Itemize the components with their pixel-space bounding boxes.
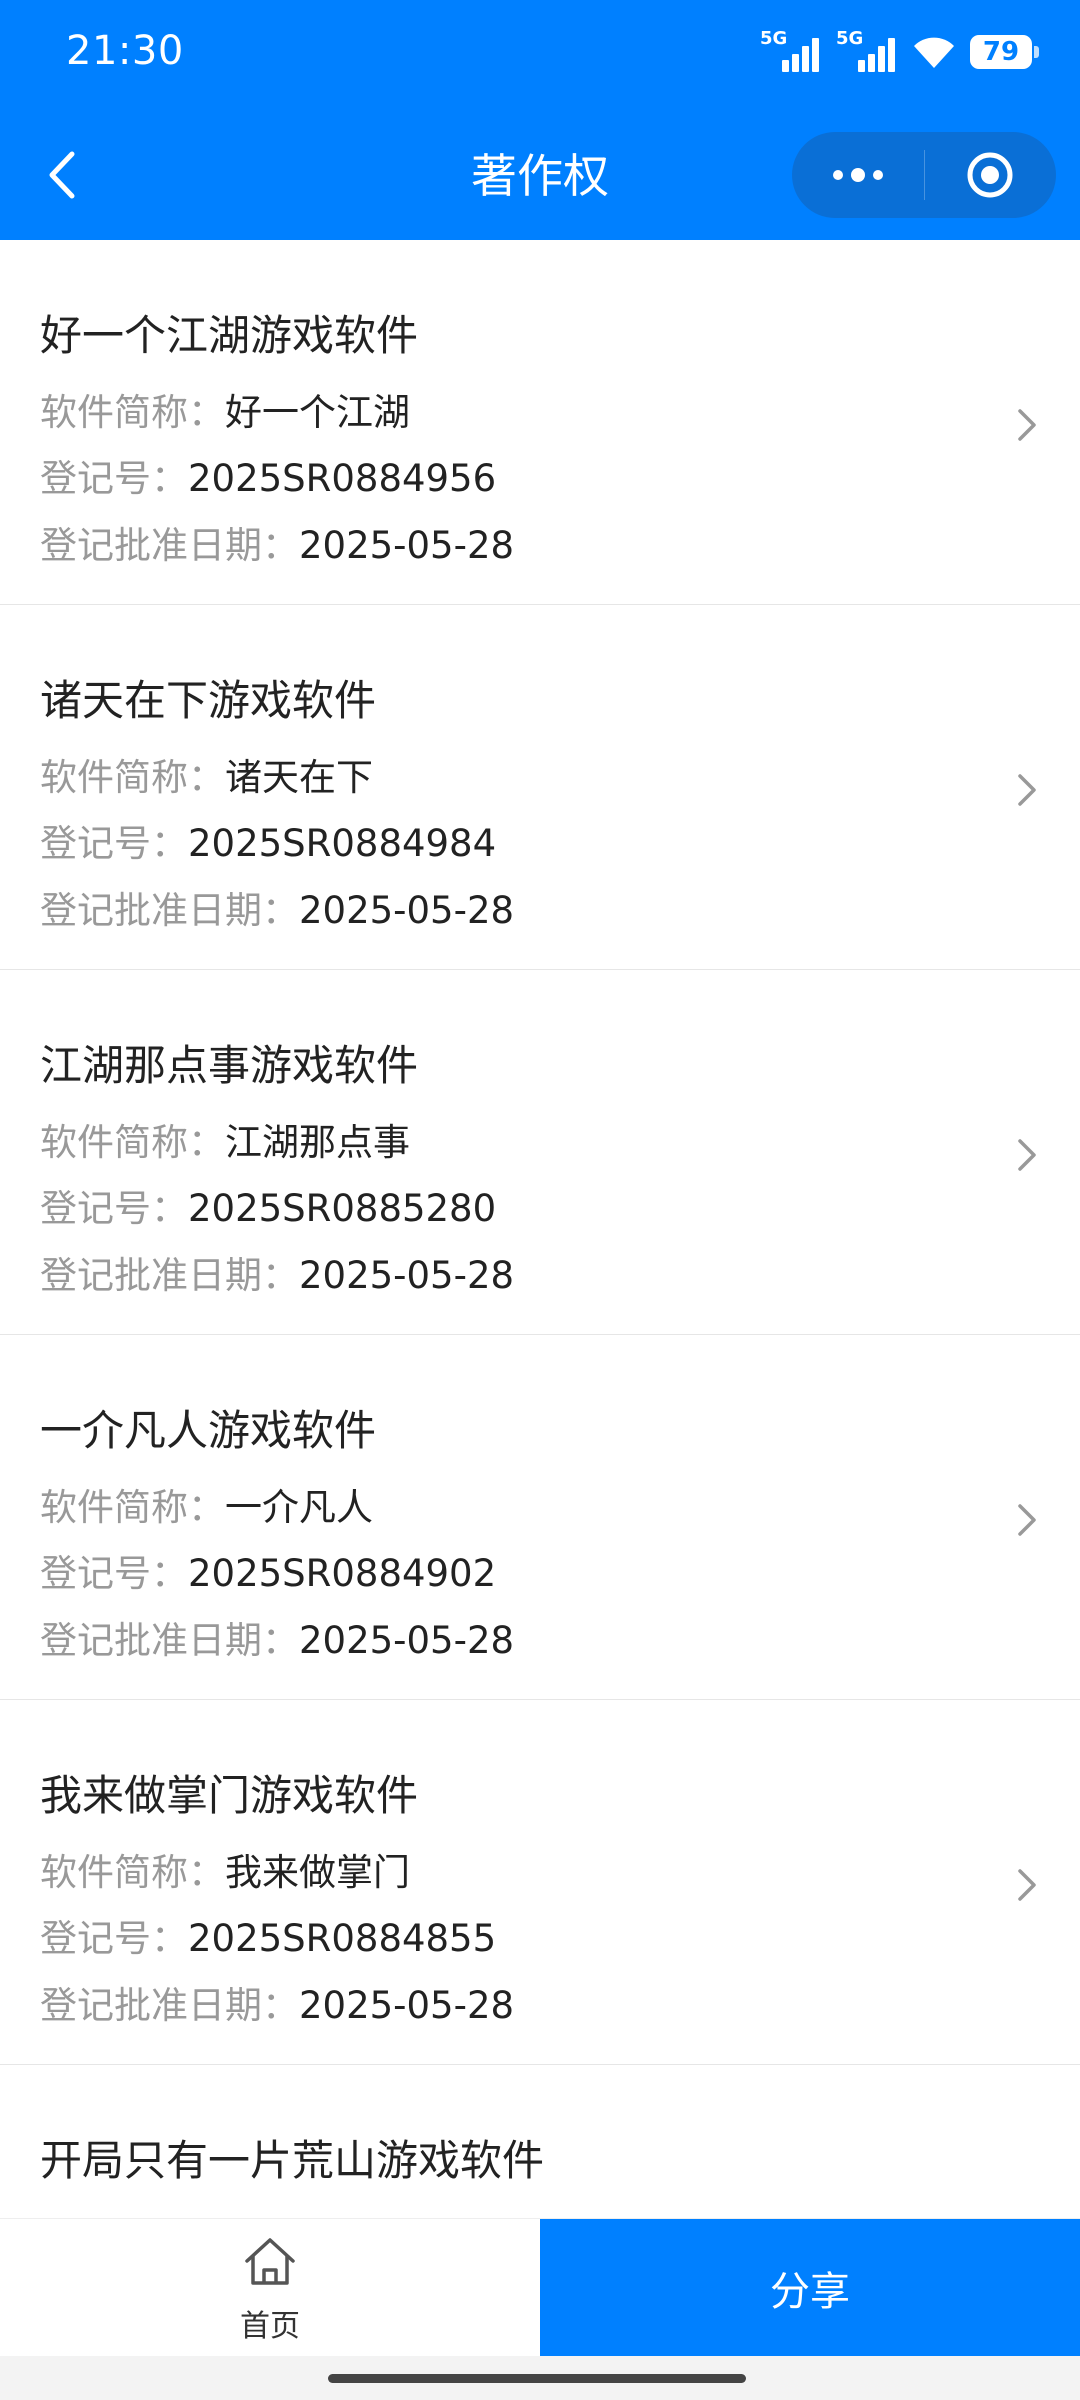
chevron-right-icon (1018, 409, 1036, 441)
chevron-right-icon (1018, 1504, 1036, 1536)
item-title: 我来做掌门游戏软件 (40, 1771, 419, 1820)
item-reg-number: 登记号：2025SR0884956 (40, 457, 497, 500)
close-miniprogram-button[interactable] (925, 132, 1057, 218)
wifi-icon (914, 37, 954, 68)
item-short-name: 软件简称：诸天在下 (40, 756, 373, 799)
battery-icon: 79 (970, 35, 1039, 69)
bottom-action-bar: 首页 分享 (0, 2218, 1080, 2357)
share-button[interactable]: 分享 (540, 2219, 1080, 2357)
copyright-list: 好一个江湖游戏软件 软件简称：好一个江湖 登记号：2025SR0884956 登… (0, 240, 1080, 2400)
item-title: 江湖那点事游戏软件 (40, 1041, 419, 1090)
list-item[interactable]: 好一个江湖游戏软件 软件简称：好一个江湖 登记号：2025SR0884956 登… (0, 240, 1080, 605)
signal-5g-icon: 5G (760, 28, 822, 74)
item-short-name: 软件简称：一介凡人 (40, 1486, 373, 1529)
item-short-name: 软件简称：我来做掌门 (40, 1851, 410, 1894)
header: 21:30 5G 5G 79 著作权 (0, 0, 1080, 240)
home-tab[interactable]: 首页 (0, 2219, 540, 2357)
item-title: 好一个江湖游戏软件 (40, 311, 419, 360)
list-item[interactable]: 诸天在下游戏软件 软件简称：诸天在下 登记号：2025SR0884984 登记批… (0, 605, 1080, 970)
target-circle-icon (967, 152, 1013, 198)
item-short-name: 软件简称：江湖那点事 (40, 1121, 410, 1164)
list-item[interactable]: 江湖那点事游戏软件 软件简称：江湖那点事 登记号：2025SR0885280 登… (0, 970, 1080, 1335)
share-button-label: 分享 (770, 2269, 850, 2315)
item-reg-number: 登记号：2025SR0884984 (40, 822, 497, 865)
chevron-right-icon (1018, 774, 1036, 806)
more-dots-icon (832, 168, 883, 182)
signal-5g-icon: 5G (836, 28, 898, 74)
item-title: 诸天在下游戏软件 (40, 676, 377, 725)
home-icon (245, 2238, 295, 2285)
gesture-area (0, 2356, 1080, 2400)
status-time: 21:30 (66, 28, 184, 74)
item-reg-number: 登记号：2025SR0884855 (40, 1917, 497, 1960)
home-tab-label: 首页 (240, 2309, 300, 2344)
home-indicator[interactable] (328, 2374, 746, 2383)
item-reg-number: 登记号：2025SR0884902 (40, 1552, 497, 1595)
item-approval-date: 登记批准日期：2025-05-28 (40, 889, 515, 932)
item-approval-date: 登记批准日期：2025-05-28 (40, 524, 515, 567)
chevron-right-icon (1018, 1139, 1036, 1171)
signal-label: 5G (760, 28, 788, 49)
battery-level: 79 (982, 37, 1020, 67)
chevron-right-icon (1018, 1869, 1036, 1901)
mini-program-capsule (792, 132, 1056, 218)
item-approval-date: 登记批准日期：2025-05-28 (40, 1619, 515, 1662)
item-short-name: 软件简称：好一个江湖 (40, 391, 410, 434)
list-item[interactable]: 一介凡人游戏软件 软件简称：一介凡人 登记号：2025SR0884902 登记批… (0, 1335, 1080, 1700)
item-title: 一介凡人游戏软件 (40, 1406, 377, 1455)
status-icons: 5G 5G 79 (760, 28, 1039, 74)
list-item[interactable]: 我来做掌门游戏软件 软件简称：我来做掌门 登记号：2025SR0884855 登… (0, 1700, 1080, 2065)
item-title: 开局只有一片荒山游戏软件 (40, 2136, 545, 2185)
item-reg-number: 登记号：2025SR0885280 (40, 1187, 497, 1230)
item-approval-date: 登记批准日期：2025-05-28 (40, 1984, 515, 2027)
item-approval-date: 登记批准日期：2025-05-28 (40, 1254, 515, 1297)
more-button[interactable] (792, 132, 924, 218)
signal-label: 5G (836, 28, 864, 49)
